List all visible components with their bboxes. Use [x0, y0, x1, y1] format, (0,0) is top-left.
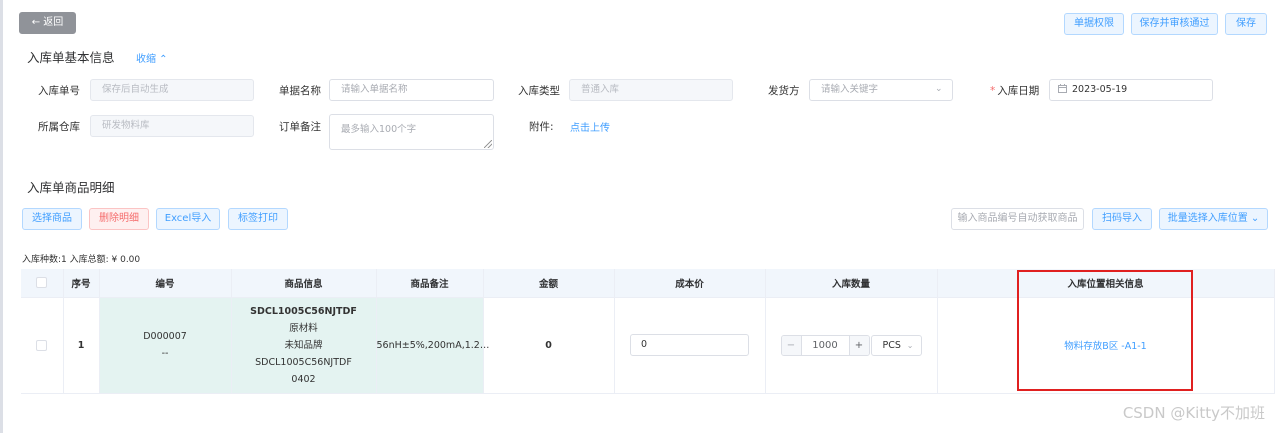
- in-date-label-text: 入库日期: [997, 85, 1040, 97]
- document-permission-button[interactable]: 单据权限: [1064, 13, 1124, 35]
- product-package: 0402: [291, 373, 316, 385]
- increment-button[interactable]: +: [848, 335, 869, 355]
- inbound-order-page: ← 返回 单据权限 保存并审核通过 保存 入库单基本信息 收缩 ⌃ 入库单号 保…: [0, 0, 1280, 433]
- quantity-stepper[interactable]: − 1000 +: [780, 334, 870, 356]
- save-button[interactable]: 保存: [1225, 13, 1267, 35]
- detail-summary: 入库种数:1 入库总额: ¥ 0.00: [22, 255, 141, 265]
- remark-label: 订单备注: [279, 121, 321, 133]
- attachment-label: 附件:: [529, 121, 554, 133]
- header-cost-price: 成本价: [614, 269, 766, 298]
- cost-price-input[interactable]: 0: [630, 334, 749, 356]
- remark-textarea[interactable]: 最多输入100个字: [329, 114, 494, 150]
- basic-info-title: 入库单基本信息: [27, 50, 115, 65]
- in-date-picker[interactable]: 2023-05-19: [1049, 79, 1213, 101]
- required-mark: *: [990, 85, 996, 97]
- chevron-down-icon: ⌄: [935, 84, 943, 94]
- remark-placeholder: 最多输入100个字: [341, 124, 417, 135]
- row-cost-price-cell: 0: [614, 297, 766, 394]
- select-all-cell[interactable]: [21, 269, 64, 298]
- table-header-row: 序号 编号 商品信息 商品备注 金额 成本价 入库数量 入库位置相关信息: [21, 269, 1275, 298]
- resize-grip-icon[interactable]: [484, 140, 492, 148]
- row-product-info: SDCL1005C56NJTDF 原材料 未知品牌 SDCL1005C56NJT…: [231, 297, 377, 394]
- decrement-button[interactable]: −: [781, 335, 802, 355]
- delete-detail-button[interactable]: 删除明细: [89, 208, 149, 230]
- detail-title: 入库单商品明细: [27, 180, 115, 195]
- excel-import-button[interactable]: Excel导入: [156, 208, 220, 230]
- row-select-cell[interactable]: [21, 297, 64, 394]
- back-button[interactable]: ← 返回: [19, 12, 76, 34]
- unit-value: PCS: [882, 339, 901, 351]
- row-code: D000007: [143, 331, 187, 342]
- collapse-toggle[interactable]: 收缩 ⌃: [136, 50, 168, 65]
- select-all-checkbox[interactable]: [36, 277, 48, 289]
- header-quantity: 入库数量: [765, 269, 938, 298]
- row-location-cell: 物料存放B区 -A1-1: [937, 297, 1275, 394]
- row-seq: 1: [63, 297, 100, 394]
- product-model: SDCL1005C56NJTDF: [255, 356, 352, 368]
- product-type: 原材料: [289, 322, 318, 334]
- header-code: 编号: [99, 269, 232, 298]
- row-product-remark: 56nH±5%,200mA,1.2…: [376, 297, 489, 394]
- location-link[interactable]: 物料存放B区 -A1-1: [1064, 341, 1146, 352]
- doc-name-label: 单据名称: [279, 85, 321, 97]
- label-print-button[interactable]: 标签打印: [228, 208, 288, 230]
- header-amount: 金额: [483, 269, 615, 298]
- save-and-approve-button[interactable]: 保存并审核通过: [1131, 13, 1218, 35]
- row-code-sub: --: [161, 348, 169, 359]
- detail-table: 序号 编号 商品信息 商品备注 金额 成本价 入库数量 入库位置相关信息 1 D…: [21, 269, 1275, 394]
- order-no-label: 入库单号: [38, 85, 80, 97]
- watermark: CSDN @Kitty不加班: [1122, 404, 1265, 422]
- scan-import-button[interactable]: 扫码导入: [1092, 208, 1152, 230]
- chevron-down-icon: ⌄: [906, 340, 914, 350]
- product-brand: 未知品牌: [284, 339, 323, 351]
- shipper-label: 发货方: [768, 85, 800, 97]
- unit-select[interactable]: PCS ⌄: [870, 334, 922, 356]
- upload-link[interactable]: 点击上传: [570, 119, 610, 134]
- row-checkbox[interactable]: [36, 339, 48, 351]
- shipper-select[interactable]: 请输入关键字: [809, 79, 953, 101]
- row-amount: 0: [483, 297, 615, 394]
- header-seq: 序号: [63, 269, 100, 298]
- in-type-field: 普通入库: [569, 79, 733, 101]
- select-goods-button[interactable]: 选择商品: [22, 208, 82, 230]
- product-code-input[interactable]: 输入商品编号自动获取商品: [951, 208, 1084, 230]
- batch-location-button[interactable]: 批量选择入库位置 ⌄: [1159, 208, 1268, 230]
- order-no-field: 保存后自动生成: [90, 79, 254, 101]
- row-code-cell: D000007 --: [99, 297, 232, 394]
- header-location: 入库位置相关信息: [937, 269, 1275, 298]
- warehouse-label: 所属仓库: [38, 121, 80, 133]
- in-date-label: * 入库日期: [990, 83, 1039, 98]
- calendar-icon: [1058, 84, 1067, 93]
- in-type-label: 入库类型: [518, 85, 560, 97]
- quantity-value[interactable]: 1000: [802, 336, 849, 355]
- header-product-info: 商品信息: [231, 269, 377, 298]
- row-quantity-cell: − 1000 + PCS ⌄: [765, 297, 938, 394]
- product-name: SDCL1005C56NJTDF: [250, 305, 357, 317]
- warehouse-field: 研发物料库: [90, 115, 254, 137]
- doc-name-input[interactable]: 请输入单据名称: [329, 79, 494, 101]
- in-date-value: 2023-05-19: [1072, 84, 1128, 95]
- table-row: 1 D000007 -- SDCL1005C56NJTDF 原材料 未知品牌 S…: [21, 297, 1275, 394]
- header-product-remark: 商品备注: [376, 269, 484, 298]
